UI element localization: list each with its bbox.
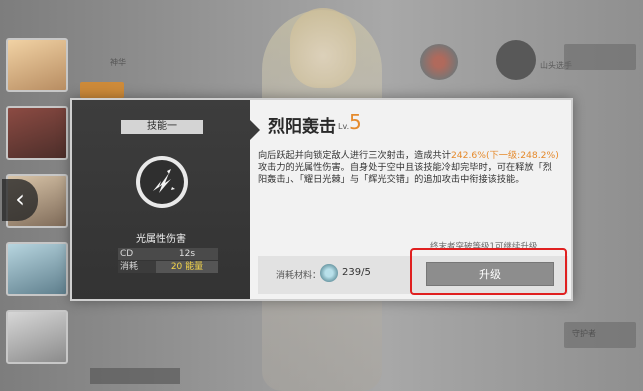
bg-bottom-tag [90, 368, 180, 384]
desc-text: 攻击力的光属性伤害。自身处于空中且该技能冷却完毕时，可在释放「烈阳轰击」、「耀日… [258, 162, 552, 185]
tag-badge [80, 82, 124, 98]
stat-key: 消耗 [120, 262, 139, 272]
character-portrait[interactable] [6, 310, 68, 364]
stat-row-cost: 消耗 20 能量 [118, 261, 218, 273]
damage-type-label: 光属性伤害 [136, 234, 186, 245]
skill-level: 5 [349, 110, 362, 134]
desc-highlight: 242.6%(下一级:248.2%) [450, 150, 559, 161]
skill-emblem [136, 156, 188, 208]
weapon-icon [496, 40, 536, 80]
character-portrait[interactable] [6, 38, 68, 92]
stat-key: CD [120, 249, 134, 259]
character-head [290, 8, 356, 88]
stat-value: 20 能量 [156, 261, 218, 273]
material-label: 消耗材料： [276, 271, 322, 281]
character-portrait[interactable] [6, 106, 68, 160]
desc-text: 向后跃起并向锁定敌人进行三次射击，造成共计 [258, 150, 451, 161]
material-count: 239/5 [342, 267, 371, 278]
bg-label: 守护者 [572, 329, 596, 338]
level-prefix: Lv. [338, 122, 350, 131]
stat-row-cd: CD 12s [118, 248, 218, 260]
faction-icon [420, 44, 458, 80]
skill-description: 向后跃起并向锁定敌人进行三次射击，造成共计242.6%(下一级:248.2%)攻… [258, 150, 560, 186]
stat-value: 12s [178, 249, 196, 259]
crystal-material-icon [320, 264, 338, 282]
character-portrait[interactable] [6, 242, 68, 296]
skill-name: 烈阳轰击 [268, 117, 336, 137]
skill-info-panel: 技能一 光属性伤害 CD 12s 消耗 20 能量 [72, 100, 260, 299]
bg-card [564, 44, 636, 70]
light-burst-icon [140, 160, 184, 204]
skill-slot-label: 技能一 [121, 120, 203, 134]
highlight-box [410, 248, 567, 295]
bg-label: 神华 [110, 58, 126, 67]
